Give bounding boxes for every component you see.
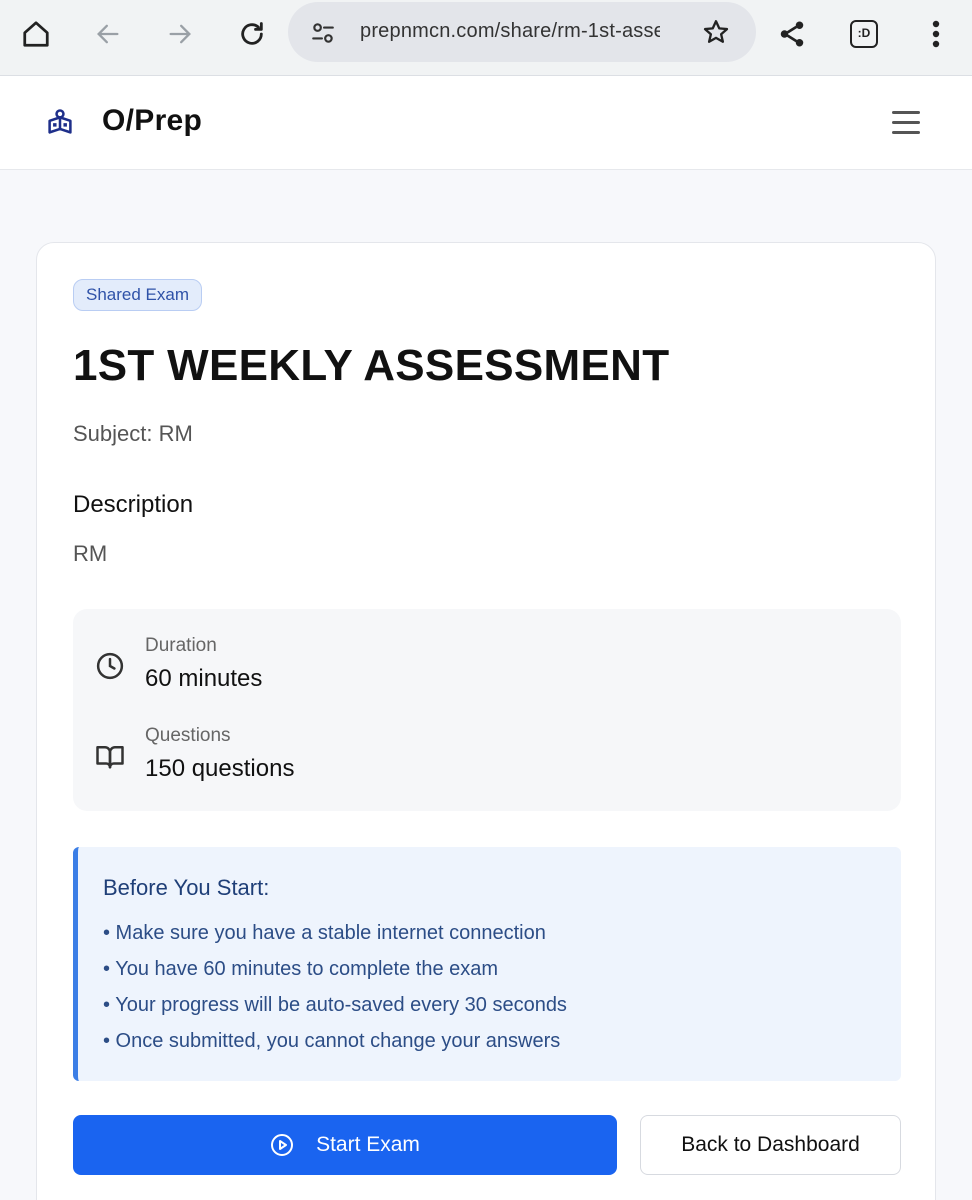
extension-button[interactable]: :D — [838, 10, 890, 58]
reload-button[interactable] — [226, 10, 278, 58]
clock-icon — [96, 652, 124, 680]
list-item: • Once submitted, you cannot change your… — [103, 1030, 561, 1052]
brand-name[interactable]: O/Prep — [102, 104, 202, 138]
exam-subject: Subject: RM — [73, 421, 193, 446]
exam-stats-panel: Duration 60 minutes Questions 150 questi… — [73, 609, 901, 811]
exam-title: 1ST WEEKLY ASSESSMENT — [73, 341, 670, 390]
menu-button[interactable] — [888, 106, 924, 138]
duration-label: Duration — [145, 635, 217, 656]
description-heading: Description — [73, 491, 194, 518]
questions-value: 150 questions — [145, 755, 295, 782]
share-button[interactable] — [766, 10, 818, 58]
browser-toolbar: prepnmcn.com/share/rm-1st-asse :D — [0, 0, 972, 76]
list-item: • Make sure you have a stable internet c… — [103, 922, 546, 944]
reload-icon — [241, 22, 263, 45]
notice-heading: Before You Start: — [103, 875, 270, 900]
book-icon — [96, 746, 124, 769]
more-menu-button[interactable] — [910, 10, 962, 58]
forward-arrow-icon — [169, 24, 191, 44]
back-to-dashboard-button[interactable]: Back to Dashboard — [640, 1115, 901, 1175]
bookmark-star-icon[interactable] — [702, 18, 730, 46]
exam-card: Shared Exam 1ST WEEKLY ASSESSMENT Subjec… — [36, 242, 936, 1200]
back-button[interactable] — [82, 10, 134, 58]
extension-icon: :D — [850, 20, 878, 48]
more-vert-icon — [932, 20, 940, 48]
shared-exam-badge: Shared Exam — [73, 279, 202, 311]
site-settings-icon[interactable] — [310, 20, 336, 46]
list-item: • You have 60 minutes to complete the ex… — [103, 958, 499, 980]
start-exam-label: Start Exam — [316, 1133, 420, 1156]
list-item: • Your progress will be auto-saved every… — [103, 994, 567, 1016]
share-icon — [780, 21, 804, 47]
school-icon — [48, 109, 72, 134]
extension-label: :D — [857, 26, 871, 40]
url-text[interactable]: prepnmcn.com/share/rm-1st-asse — [360, 20, 660, 43]
address-bar[interactable]: prepnmcn.com/share/rm-1st-asse — [288, 2, 756, 62]
questions-label: Questions — [145, 725, 231, 746]
app-header: O/Prep — [0, 76, 972, 170]
forward-button[interactable] — [154, 10, 206, 58]
back-arrow-icon — [97, 24, 119, 44]
home-icon — [23, 21, 49, 47]
description-text: RM — [73, 541, 108, 566]
duration-value: 60 minutes — [145, 665, 263, 692]
notice-list: • Make sure you have a stable internet c… — [103, 919, 567, 1063]
start-exam-button[interactable]: Start Exam — [73, 1115, 617, 1175]
home-button[interactable] — [10, 10, 62, 58]
before-you-start-notice: Before You Start: • Make sure you have a… — [73, 847, 901, 1081]
play-circle-icon — [271, 1134, 294, 1156]
